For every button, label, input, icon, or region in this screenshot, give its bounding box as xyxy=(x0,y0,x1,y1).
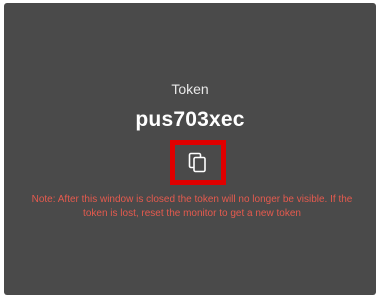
copy-icon xyxy=(188,152,208,174)
token-warning-note: Note: After this window is closed the to… xyxy=(31,194,353,219)
token-label: Token xyxy=(171,81,209,97)
copy-token-button[interactable] xyxy=(170,140,226,185)
token-dialog: Token pus703xec Note: After this window … xyxy=(4,3,376,295)
token-value: pus703xec xyxy=(135,108,245,131)
token-section: Token pus703xec xyxy=(4,81,376,132)
